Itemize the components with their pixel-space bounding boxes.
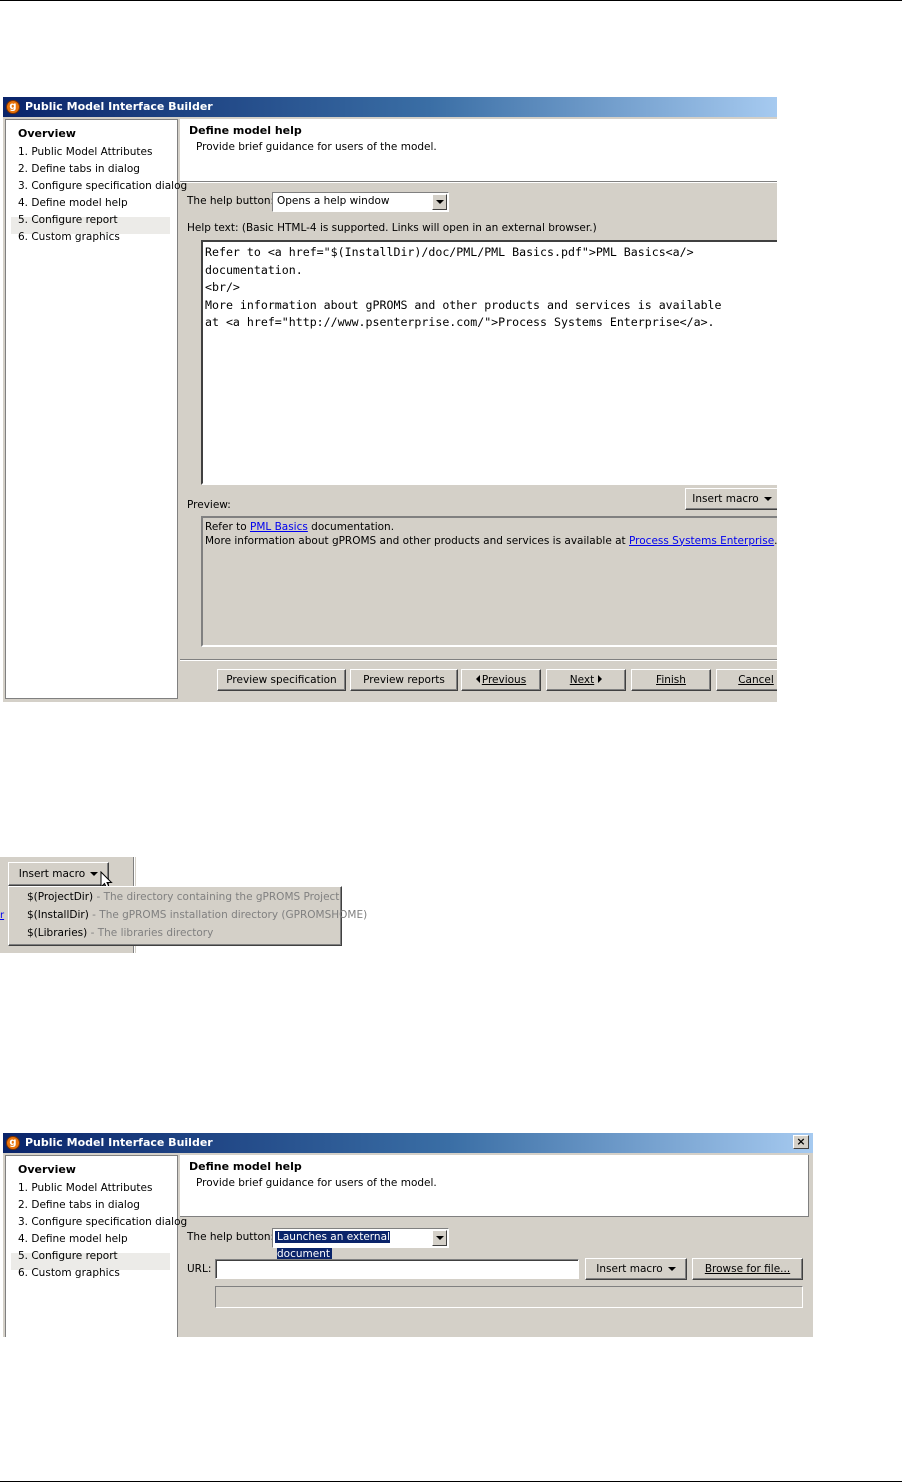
window-title: Public Model Interface Builder [25, 1136, 213, 1149]
preview-specification-button[interactable]: Preview specification [217, 669, 346, 691]
preview-line-2: More information about gPROMS and other … [205, 534, 777, 547]
insert-macro-button[interactable]: Insert macro [585, 1258, 687, 1280]
nav-title: Overview [18, 127, 76, 140]
gproms-app-icon: g [6, 1136, 20, 1150]
step-subtitle: Provide brief guidance for users of the … [196, 1177, 437, 1189]
nav-item-configure-report[interactable]: 5. Configure report [18, 212, 118, 229]
nav-item-define-model-help[interactable]: 4. Define model help [18, 1231, 128, 1248]
next-button[interactable]: Next [546, 669, 626, 691]
footer-separator [180, 659, 777, 661]
arrow-right-icon [598, 675, 603, 683]
help-button-label: The help button: [187, 195, 275, 207]
nav-item-define-tabs[interactable]: 2. Define tabs in dialog [18, 1197, 140, 1214]
help-text-editor[interactable]: Refer to <a href="$(InstallDir)/doc/PML/… [201, 240, 777, 485]
nav-item-configure-spec-dialog[interactable]: 3. Configure specification dialog [18, 1214, 187, 1231]
step-header: Define model help Provide brief guidance… [180, 1155, 809, 1217]
step-subtitle: Provide brief guidance for users of the … [196, 141, 437, 153]
insert-macro-button-open[interactable]: Insert macro [8, 862, 109, 886]
pmib-window-2: g Public Model Interface Builder × Overv… [3, 1133, 813, 1337]
help-button-label: The help button: [187, 1231, 275, 1243]
dropdown-arrow-icon [667, 1267, 676, 1271]
nav-item-configure-report[interactable]: 5. Configure report [18, 1248, 118, 1265]
close-icon[interactable]: × [793, 1135, 809, 1149]
help-preview-pane: Refer to PML Basics documentation. More … [201, 516, 777, 647]
insert-macro-label: Insert macro [692, 493, 759, 505]
step-title: Define model help [189, 1160, 302, 1173]
nav-item-custom-graphics[interactable]: 6. Custom graphics [18, 1265, 120, 1282]
cropped-link-fragment: r [0, 910, 5, 921]
title-bar: g Public Model Interface Builder × [3, 1133, 813, 1153]
nav-item-configure-spec-dialog[interactable]: 3. Configure specification dialog [18, 178, 187, 195]
wizard-nav-panel: Overview 1. Public Model Attributes 2. D… [5, 119, 187, 699]
preview-label: Preview: [187, 499, 231, 511]
insert-macro-menu: $(ProjectDir) - The directory containing… [8, 886, 367, 946]
menu-item-projectdir[interactable]: $(ProjectDir) - The directory containing… [27, 888, 339, 906]
gproms-app-icon: g [6, 100, 20, 114]
url-input[interactable] [215, 1259, 579, 1279]
nav-item-public-model-attributes[interactable]: 1. Public Model Attributes [18, 1180, 152, 1197]
help-button-select-value: Opens a help window [277, 195, 390, 207]
nav-item-public-model-attributes[interactable]: 1. Public Model Attributes [18, 144, 152, 161]
title-bar: g Public Model Interface Builder [3, 97, 777, 117]
insert-macro-label: Insert macro [596, 1263, 663, 1275]
nav-item-define-tabs[interactable]: 2. Define tabs in dialog [18, 161, 140, 178]
step-header: Define model help Provide brief guidance… [180, 119, 777, 181]
window-title: Public Model Interface Builder [25, 100, 213, 113]
nav-item-custom-graphics[interactable]: 6. Custom graphics [18, 229, 120, 246]
preview-link-pml-basics[interactable]: PML Basics [250, 521, 308, 533]
insert-macro-label: Insert macro [18, 868, 86, 880]
previous-button[interactable]: Previous [461, 669, 541, 691]
insert-macro-button[interactable]: Insert macro [685, 488, 777, 510]
menu-item-installdir[interactable]: $(InstallDir) - The gPROMS installation … [27, 906, 367, 924]
step-title: Define model help [189, 124, 302, 137]
cancel-button[interactable]: Cancel [716, 669, 777, 691]
browse-for-file-button[interactable]: Browse for file... [692, 1258, 803, 1280]
url-label: URL: [187, 1263, 212, 1275]
chevron-down-icon[interactable] [432, 1230, 447, 1246]
nav-item-define-model-help[interactable]: 4. Define model help [18, 195, 128, 212]
page-top-rule [0, 0, 902, 1]
menu-item-libraries[interactable]: $(Libraries) - The libraries directory [27, 924, 213, 942]
help-button-select-value: Launches an external document [275, 1231, 390, 1260]
page-bottom-rule [0, 1481, 902, 1482]
header-separator [180, 181, 777, 183]
nav-title: Overview [18, 1163, 76, 1176]
help-button-select[interactable]: Opens a help window [272, 192, 449, 212]
help-text-label: Help text: (Basic HTML-4 is supported. L… [187, 222, 597, 234]
preview-line-1: Refer to PML Basics documentation. [205, 521, 395, 533]
pmib-window-1: g Public Model Interface Builder Overvie… [3, 97, 777, 702]
dropdown-arrow-icon [763, 497, 772, 501]
preview-reports-button[interactable]: Preview reports [350, 669, 458, 691]
help-button-select[interactable]: Launches an external document [272, 1228, 449, 1260]
dropdown-arrow-icon [90, 872, 99, 876]
finish-button[interactable]: Finish [631, 669, 711, 691]
url-status-field [215, 1286, 803, 1308]
arrow-left-icon [475, 675, 480, 683]
chevron-down-icon[interactable] [432, 194, 447, 210]
preview-link-pse[interactable]: Process Systems Enterprise [629, 535, 774, 547]
wizard-nav-panel: Overview 1. Public Model Attributes 2. D… [5, 1155, 187, 1337]
